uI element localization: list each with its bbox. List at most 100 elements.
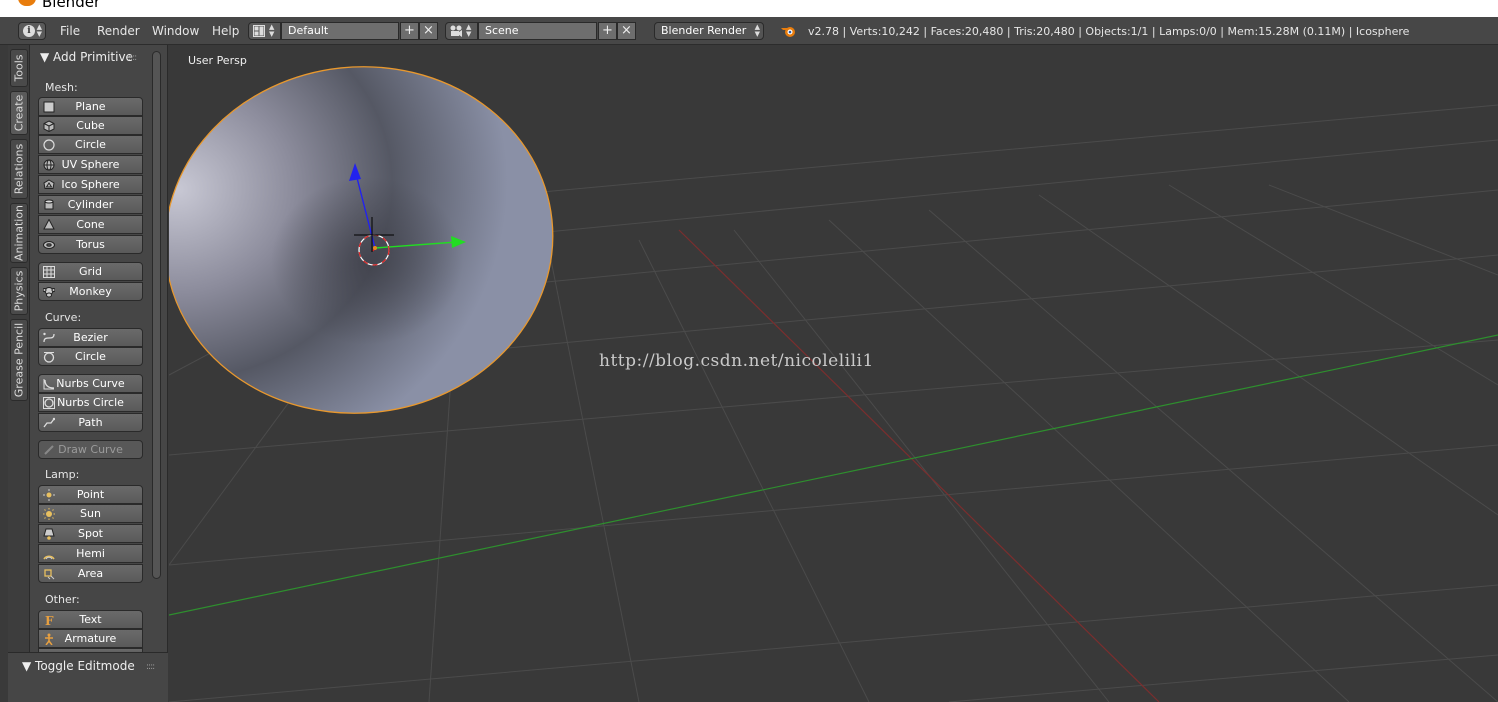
toggle-editmode-panel[interactable]: ▼ Toggle Editmode ::::: [8, 652, 168, 702]
svg-text:F: F: [45, 614, 54, 626]
button-label: Spot: [77, 527, 103, 540]
add-hemi-lamp-button[interactable]: Hemi: [38, 544, 143, 563]
add-sun-lamp-button[interactable]: Sun: [38, 504, 143, 523]
button-label: Text: [79, 613, 102, 626]
armature-icon: [45, 633, 53, 645]
menu-help[interactable]: Help: [212, 24, 239, 42]
add-nurbs-curve-button[interactable]: Nurbs Curve: [38, 374, 143, 393]
scene-name[interactable]: Scene: [478, 22, 597, 40]
add-layout-button[interactable]: +: [400, 22, 419, 40]
panel-title: Add Primitive: [53, 50, 133, 64]
layout-icon: [253, 25, 265, 37]
render-engine-label: Blender Render: [661, 24, 747, 37]
delete-scene-button[interactable]: ×: [617, 22, 636, 40]
delete-layout-button[interactable]: ×: [419, 22, 438, 40]
circle-icon: [43, 139, 55, 151]
add-monkey-button[interactable]: Monkey: [38, 282, 143, 301]
window-title: Blender: [42, 0, 101, 11]
tab-grease-pencil[interactable]: Grease Pencil: [10, 319, 28, 401]
button-label: Cube: [76, 119, 105, 132]
button-label: Circle: [75, 138, 106, 151]
add-uv-sphere-button[interactable]: UV Sphere: [38, 155, 143, 174]
button-label: Torus: [76, 238, 105, 251]
scene-icon: [450, 25, 462, 37]
tab-relations[interactable]: Relations: [10, 139, 28, 199]
tab-label: Relations: [12, 143, 26, 195]
tab-animation[interactable]: Animation: [10, 203, 28, 263]
tab-label: Animation: [12, 204, 26, 262]
menu-file[interactable]: File: [60, 24, 80, 42]
button-label: Plane: [75, 100, 106, 113]
screen-layout-name[interactable]: Default: [281, 22, 399, 40]
nurbs-curve-icon: [43, 379, 55, 390]
uv-sphere-icon: [43, 159, 55, 171]
button-label: Bezier: [73, 331, 108, 344]
updown-arrow-icon: ▲ ▼: [36, 23, 42, 38]
area-lamp-icon: [44, 569, 55, 580]
button-label: Point: [76, 488, 105, 501]
add-text-button[interactable]: F Text: [38, 610, 143, 629]
draw-curve-button[interactable]: Draw Curve: [38, 440, 143, 459]
panel-header: ▼ Toggle Editmode: [22, 659, 135, 673]
tab-physics[interactable]: Physics: [10, 267, 28, 315]
button-label: Monkey: [69, 285, 112, 298]
tab-create[interactable]: Create: [10, 91, 28, 135]
updown-arrow-icon: ▲ ▼: [466, 23, 472, 38]
drag-grip-icon[interactable]: ::::: [146, 662, 155, 672]
menu-render[interactable]: Render: [97, 24, 140, 42]
add-cube-button[interactable]: Cube: [38, 116, 143, 135]
menu-window[interactable]: Window: [152, 24, 199, 42]
tab-label: Create: [12, 94, 26, 132]
render-engine-dropdown[interactable]: Blender Render ▲ ▼: [654, 22, 764, 40]
tab-tools[interactable]: Tools: [10, 49, 28, 87]
button-label: Armature: [64, 632, 117, 645]
add-spot-lamp-button[interactable]: Spot: [38, 524, 143, 543]
scene-selector[interactable]: ▲ ▼: [445, 22, 478, 40]
add-circle-button[interactable]: Circle: [38, 135, 143, 154]
add-armature-button[interactable]: Armature: [38, 629, 143, 648]
add-scene-button[interactable]: +: [598, 22, 617, 40]
button-label: Sun: [80, 507, 101, 520]
button-label: Cone: [76, 218, 105, 231]
text-icon: F: [45, 614, 54, 626]
pencil-icon: [44, 445, 54, 455]
add-point-lamp-button[interactable]: Point: [38, 485, 143, 504]
curve-circle-icon: [43, 352, 55, 363]
tab-label: Grease Pencil: [12, 322, 26, 398]
add-grid-button[interactable]: Grid: [38, 262, 143, 281]
grid-icon: [43, 266, 55, 278]
button-label: Nurbs Curve: [56, 377, 125, 390]
add-cone-button[interactable]: Cone: [38, 215, 143, 234]
add-ico-sphere-button[interactable]: Ico Sphere: [38, 175, 143, 194]
path-icon: [43, 417, 55, 428]
viewport-canvas: [169, 48, 1498, 702]
add-torus-button[interactable]: Torus: [38, 235, 143, 254]
point-lamp-icon: [43, 489, 55, 501]
add-path-button[interactable]: Path: [38, 413, 143, 432]
add-nurbs-circle-button[interactable]: Nurbs Circle: [38, 393, 143, 412]
add-curve-circle-button[interactable]: Circle: [38, 347, 143, 366]
torus-icon: [43, 241, 55, 249]
add-cylinder-button[interactable]: Cylinder: [38, 195, 143, 214]
sun-lamp-icon: [43, 508, 55, 520]
region-edge: [0, 45, 8, 702]
panel-header[interactable]: ▼ Add Primitive: [40, 50, 133, 64]
watermark-text: http://blog.csdn.net/nicolelili1: [599, 351, 874, 371]
add-area-lamp-button[interactable]: Area: [38, 564, 143, 583]
drag-grip-icon[interactable]: ::::: [128, 53, 137, 63]
3d-viewport[interactable]: User Persp http://blog.csdn.net/nicoleli…: [169, 45, 1498, 702]
button-label: Path: [78, 416, 103, 429]
info-icon: i: [23, 25, 35, 37]
panel-scrollbar[interactable]: [152, 51, 161, 579]
screen-layout-selector[interactable]: ▲ ▼: [248, 22, 281, 40]
add-bezier-button[interactable]: Bezier: [38, 328, 143, 347]
button-label: UV Sphere: [61, 158, 120, 171]
editor-type-selector[interactable]: i ▲ ▼: [18, 22, 46, 40]
button-label: Cylinder: [67, 198, 114, 211]
updown-arrow-icon: ▲ ▼: [269, 23, 275, 38]
blender-logo-icon: [781, 27, 795, 37]
tab-label: Physics: [12, 270, 26, 312]
add-plane-button[interactable]: Plane: [38, 97, 143, 116]
button-label: Draw Curve: [58, 443, 123, 456]
icosphere-object[interactable]: [169, 48, 570, 433]
